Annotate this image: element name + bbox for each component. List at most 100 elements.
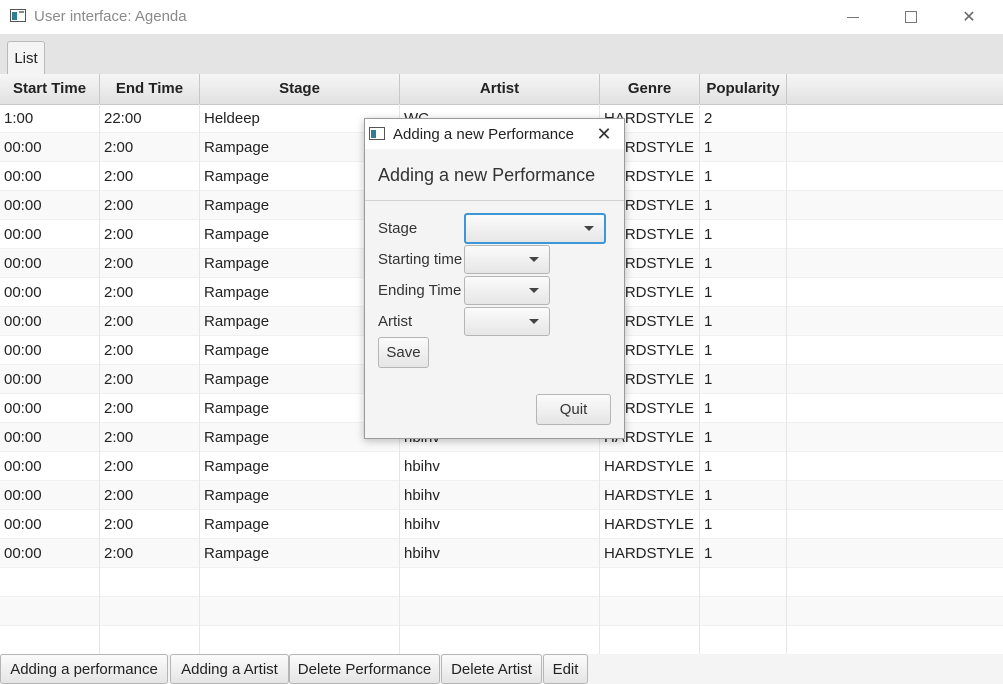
cell-start-time — [0, 597, 100, 626]
table-header: Start Time End Time Stage Artist Genre P… — [0, 74, 1003, 105]
cell-stage — [200, 597, 400, 626]
table-row[interactable] — [0, 597, 1003, 626]
cell-start-time: 00:00 — [0, 220, 100, 249]
stage-combobox[interactable] — [464, 213, 606, 244]
delete-performance-button[interactable]: Delete Performance — [289, 654, 440, 684]
dialog-title: Adding a new Performance — [393, 126, 574, 143]
cell-stage: Rampage — [200, 452, 400, 481]
cell-start-time: 00:00 — [0, 481, 100, 510]
dialog-app-icon — [369, 127, 385, 140]
cell-popularity — [700, 568, 787, 597]
cell-popularity: 1 — [700, 452, 787, 481]
cell-genre: HARDSTYLE — [600, 481, 700, 510]
delete-artist-button[interactable]: Delete Artist — [441, 654, 542, 684]
dialog-header: Adding a new Performance — [378, 165, 596, 185]
minimize-button[interactable] — [824, 0, 882, 34]
column-header-end-time[interactable]: End Time — [100, 74, 200, 104]
column-header-artist[interactable]: Artist — [400, 74, 600, 104]
cell-artist: hbihv — [400, 481, 600, 510]
cell-start-time: 00:00 — [0, 510, 100, 539]
cell-popularity: 2 — [700, 104, 787, 133]
ending-time-combobox[interactable] — [464, 276, 550, 305]
close-button[interactable]: ✕ — [940, 0, 998, 34]
cell-popularity: 1 — [700, 394, 787, 423]
tab-list[interactable]: List — [7, 41, 45, 74]
cell-artist: hbihv — [400, 452, 600, 481]
cell-artist — [400, 597, 600, 626]
cell-popularity: 1 — [700, 220, 787, 249]
column-header-stage[interactable]: Stage — [200, 74, 400, 104]
chevron-down-icon — [529, 257, 539, 262]
artist-combobox[interactable] — [464, 307, 550, 336]
table-row[interactable] — [0, 626, 1003, 654]
cell-stage: Rampage — [200, 539, 400, 568]
table-row[interactable]: 00:002:00RampagehbihvHARDSTYLE1 — [0, 452, 1003, 481]
cell-end-time: 2:00 — [100, 510, 200, 539]
table-row[interactable] — [0, 568, 1003, 597]
cell-start-time: 00:00 — [0, 394, 100, 423]
quit-button[interactable]: Quit — [536, 394, 611, 425]
cell-end-time: 2:00 — [100, 220, 200, 249]
dialog-close-button[interactable]: ✕ — [591, 122, 617, 146]
cell-end-time: 2:00 — [100, 539, 200, 568]
table-row[interactable]: 00:002:00RampagehbihvHARDSTYLE1 — [0, 510, 1003, 539]
cell-start-time: 1:00 — [0, 104, 100, 133]
cell-popularity: 1 — [700, 539, 787, 568]
artist-label: Artist — [378, 313, 413, 330]
cell-genre: HARDSTYLE — [600, 510, 700, 539]
cell-start-time: 00:00 — [0, 249, 100, 278]
chevron-down-icon — [584, 226, 594, 231]
cell-popularity: 1 — [700, 423, 787, 452]
cell-end-time: 2:00 — [100, 162, 200, 191]
save-button[interactable]: Save — [378, 337, 429, 368]
cell-stage: Rampage — [200, 510, 400, 539]
cell-stage — [200, 626, 400, 654]
cell-popularity: 1 — [700, 336, 787, 365]
cell-end-time — [100, 597, 200, 626]
stage-label: Stage — [378, 220, 418, 237]
cell-end-time: 2:00 — [100, 307, 200, 336]
window-title: User interface: Agenda — [34, 8, 187, 25]
close-icon: ✕ — [596, 123, 612, 144]
cell-genre: HARDSTYLE — [600, 452, 700, 481]
cell-popularity: 1 — [700, 249, 787, 278]
cell-end-time: 2:00 — [100, 423, 200, 452]
maximize-button[interactable] — [882, 0, 940, 34]
cell-genre — [600, 597, 700, 626]
cell-popularity — [700, 597, 787, 626]
add-performance-button[interactable]: Adding a performance — [0, 654, 168, 684]
cell-end-time: 2:00 — [100, 278, 200, 307]
cell-end-time: 22:00 — [100, 104, 200, 133]
edit-button[interactable]: Edit — [543, 654, 588, 684]
starting-time-combobox[interactable] — [464, 245, 550, 274]
tab-bar: List — [0, 34, 1003, 74]
cell-artist: hbihv — [400, 539, 600, 568]
minimize-icon — [847, 16, 859, 18]
cell-end-time — [100, 626, 200, 654]
add-artist-button[interactable]: Adding a Artist — [170, 654, 289, 684]
cell-start-time: 00:00 — [0, 191, 100, 220]
cell-stage: Rampage — [200, 481, 400, 510]
column-header-popularity[interactable]: Popularity — [700, 74, 787, 104]
cell-end-time — [100, 568, 200, 597]
cell-popularity: 1 — [700, 510, 787, 539]
cell-artist — [400, 626, 600, 654]
cell-popularity: 1 — [700, 365, 787, 394]
column-header-genre[interactable]: Genre — [600, 74, 700, 104]
cell-popularity: 1 — [700, 162, 787, 191]
cell-start-time: 00:00 — [0, 307, 100, 336]
cell-genre: HARDSTYLE — [600, 539, 700, 568]
cell-start-time: 00:00 — [0, 452, 100, 481]
cell-stage — [200, 568, 400, 597]
cell-popularity: 1 — [700, 481, 787, 510]
cell-end-time: 2:00 — [100, 191, 200, 220]
table-row[interactable]: 00:002:00RampagehbihvHARDSTYLE1 — [0, 481, 1003, 510]
cell-end-time: 2:00 — [100, 365, 200, 394]
table-row[interactable]: 00:002:00RampagehbihvHARDSTYLE1 — [0, 539, 1003, 568]
cell-popularity: 1 — [700, 307, 787, 336]
add-performance-dialog: Adding a new Performance ✕ Adding a new … — [364, 118, 625, 439]
cell-start-time: 00:00 — [0, 133, 100, 162]
maximize-icon — [905, 11, 917, 23]
column-header-start-time[interactable]: Start Time — [0, 74, 100, 104]
cell-end-time: 2:00 — [100, 481, 200, 510]
